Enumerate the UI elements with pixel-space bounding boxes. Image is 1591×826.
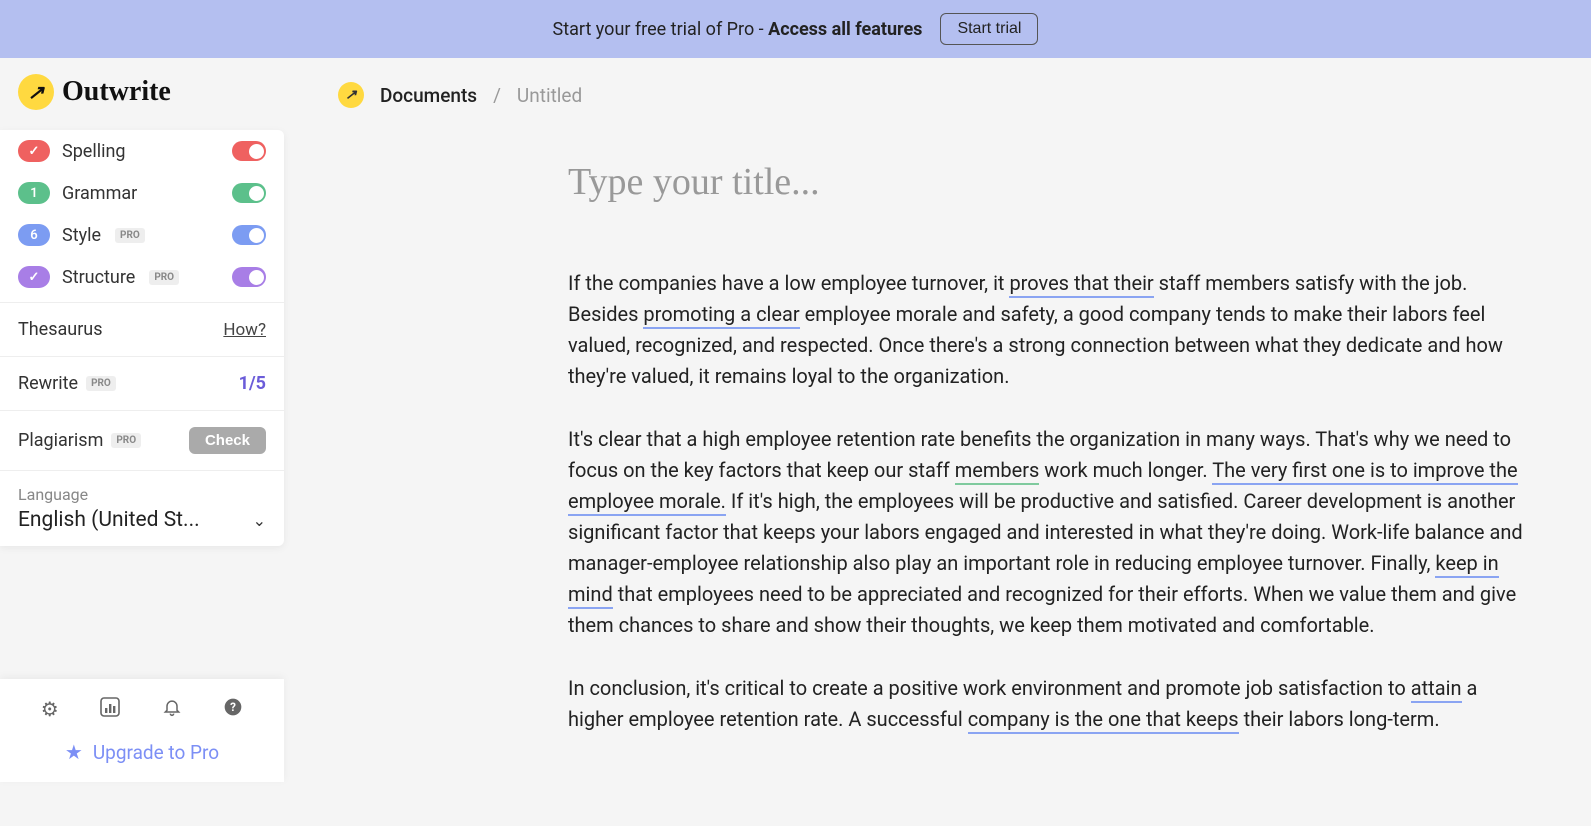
thesaurus-how-link[interactable]: How? — [223, 320, 266, 340]
svg-text:?: ? — [230, 700, 236, 714]
divider — [0, 470, 284, 471]
divider — [0, 410, 284, 411]
pro-tag: PRO — [149, 270, 179, 285]
structure-toggle[interactable] — [232, 267, 266, 287]
language-section: Language English (United St... ⌄ — [0, 475, 284, 546]
check-structure[interactable]: Structure PRO — [0, 256, 284, 298]
document-body[interactable]: If the companies have a low employee tur… — [568, 268, 1531, 735]
check-spelling[interactable]: Spelling — [0, 130, 284, 172]
breadcrumb-documents-link[interactable]: Documents — [380, 84, 477, 107]
pro-tag: PRO — [111, 433, 141, 448]
divider — [0, 302, 284, 303]
app-header: ↗ Outwrite — [0, 58, 1591, 128]
title-input[interactable]: Type your title... — [568, 160, 1531, 204]
start-trial-button[interactable]: Start trial — [940, 13, 1038, 45]
check-label: Spelling — [62, 141, 126, 162]
banner-text-prefix: Start your free trial of Pro - — [553, 19, 769, 40]
settings-icon[interactable]: ⚙ — [41, 697, 59, 722]
help-icon[interactable]: ? — [223, 697, 243, 722]
upgrade-label: Upgrade to Pro — [93, 741, 219, 764]
thesaurus-label: Thesaurus — [18, 319, 103, 340]
pro-tag: PRO — [115, 228, 145, 243]
breadcrumb-current: Untitled — [517, 84, 582, 107]
banner-text: Start your free trial of Pro - Access al… — [553, 19, 923, 40]
check-label: Grammar — [62, 183, 137, 204]
breadcrumb: ↗ Documents / Untitled — [338, 82, 582, 108]
divider — [0, 356, 284, 357]
grammar-suggestion[interactable]: members — [955, 458, 1040, 485]
brand-logo[interactable]: ↗ Outwrite — [18, 74, 171, 110]
style-suggestion[interactable]: company is the one that keeps — [968, 707, 1239, 734]
stats-icon[interactable] — [100, 697, 120, 722]
language-value: English (United St... — [18, 508, 200, 532]
sidebar: Spelling 1 Grammar 6 Style PRO Structure… — [0, 130, 284, 546]
chevron-down-icon: ⌄ — [253, 511, 266, 530]
style-suggestion[interactable]: promoting a clear — [643, 302, 799, 329]
paragraph[interactable]: In conclusion, it's critical to create a… — [568, 673, 1531, 735]
pro-tag: PRO — [86, 376, 116, 391]
grammar-badge: 1 — [18, 182, 50, 204]
rewrite-label: Rewrite — [18, 373, 78, 394]
breadcrumb-separator: / — [493, 84, 501, 107]
check-grammar[interactable]: 1 Grammar — [0, 172, 284, 214]
paragraph[interactable]: It's clear that a high employee retentio… — [568, 424, 1531, 641]
rewrite-row[interactable]: Rewrite PRO 1/5 — [0, 361, 284, 406]
style-toggle[interactable] — [232, 225, 266, 245]
style-badge: 6 — [18, 224, 50, 246]
plagiarism-row[interactable]: Plagiarism PRO Check — [0, 415, 284, 466]
bell-icon[interactable] — [162, 697, 182, 722]
document-editor[interactable]: Type your title... If the companies have… — [568, 160, 1531, 767]
check-style[interactable]: 6 Style PRO — [0, 214, 284, 256]
sidebar-footer: ⚙ ? ★ Upgrade to Pro — [0, 679, 284, 782]
language-label: Language — [18, 485, 266, 504]
brand-name: Outwrite — [62, 76, 171, 108]
plagiarism-label: Plagiarism — [18, 430, 103, 451]
upgrade-to-pro-button[interactable]: ★ Upgrade to Pro — [0, 740, 284, 782]
logo-icon: ↗ — [18, 74, 54, 110]
banner-text-bold: Access all features — [768, 19, 922, 40]
grammar-toggle[interactable] — [232, 183, 266, 203]
style-suggestion[interactable]: proves that their — [1009, 271, 1153, 298]
thesaurus-row[interactable]: Thesaurus How? — [0, 307, 284, 352]
paragraph[interactable]: If the companies have a low employee tur… — [568, 268, 1531, 392]
spelling-badge — [18, 140, 50, 162]
structure-badge — [18, 266, 50, 288]
spelling-toggle[interactable] — [232, 141, 266, 161]
check-label: Structure — [62, 267, 135, 288]
trial-banner: Start your free trial of Pro - Access al… — [0, 0, 1591, 58]
style-suggestion[interactable]: attain — [1411, 676, 1462, 703]
check-label: Style — [62, 225, 101, 246]
breadcrumb-logo-icon[interactable]: ↗ — [338, 82, 364, 108]
language-select[interactable]: English (United St... ⌄ — [18, 508, 266, 532]
rewrite-count: 1/5 — [239, 373, 266, 394]
star-icon: ★ — [65, 740, 83, 764]
plagiarism-check-button[interactable]: Check — [189, 427, 266, 454]
